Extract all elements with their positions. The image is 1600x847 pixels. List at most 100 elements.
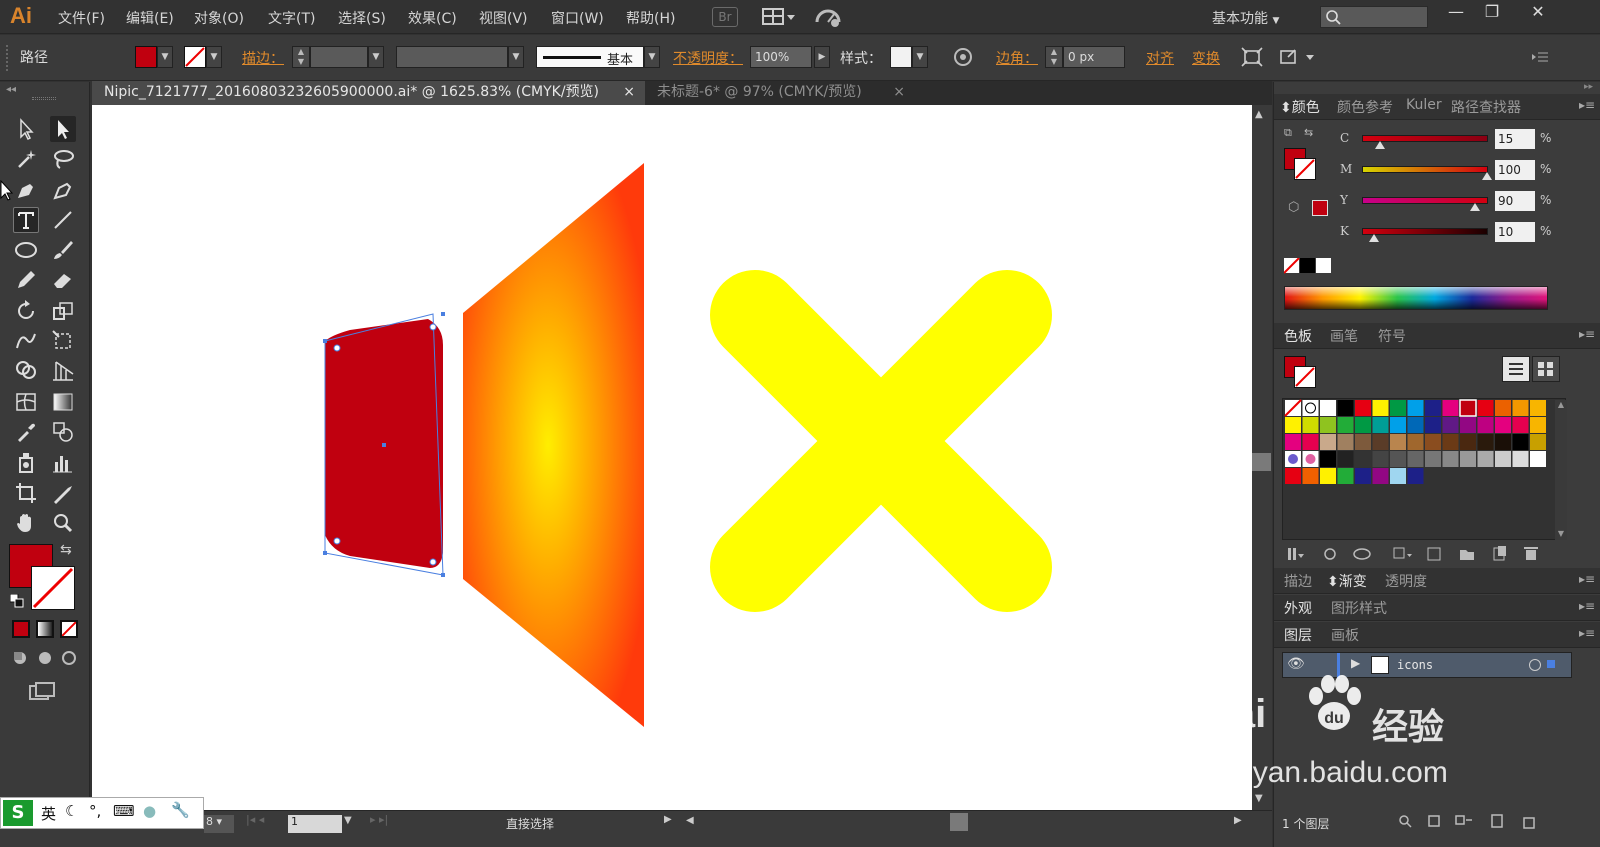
- corner-radius-field[interactable]: 0 px: [1063, 46, 1125, 68]
- stroke-color-box[interactable]: [1294, 366, 1316, 388]
- tab-color[interactable]: ⬍颜色: [1280, 97, 1320, 117]
- tab-gradient[interactable]: ⬍渐变: [1327, 571, 1367, 591]
- tab-color-guide[interactable]: 颜色参考: [1337, 97, 1393, 117]
- scroll-thumb[interactable]: [1252, 453, 1271, 471]
- menu-type[interactable]: 文字(T): [268, 8, 315, 28]
- grip-handle[interactable]: [32, 97, 56, 100]
- menu-select[interactable]: 选择(S): [338, 8, 386, 28]
- scroll-thumb[interactable]: [950, 813, 968, 831]
- tab-layers[interactable]: 图层: [1284, 625, 1312, 645]
- workspace-switcher[interactable]: 基本功能 ▼: [1212, 8, 1279, 28]
- restore-button[interactable]: ❐: [1474, 2, 1510, 24]
- menu-help[interactable]: 帮助(H): [626, 8, 675, 28]
- eyedropper-tool-icon[interactable]: [13, 419, 39, 445]
- fill-dropdown[interactable]: ▼: [157, 46, 173, 68]
- hand-tool-icon[interactable]: [13, 510, 39, 536]
- scroll-down-arrow-icon[interactable]: ▼: [1255, 793, 1263, 804]
- tab-appearance[interactable]: 外观: [1284, 598, 1312, 618]
- help-search-input[interactable]: [1320, 6, 1428, 28]
- dock-collapse-icon[interactable]: ▸▸: [1274, 82, 1600, 92]
- expand-triangle-icon[interactable]: ▶: [1351, 656, 1360, 670]
- punctuation-icon[interactable]: °,: [89, 802, 101, 820]
- user-icon[interactable]: ●: [143, 802, 156, 820]
- artboard-canvas[interactable]: [92, 105, 1252, 810]
- mesh-tool-icon[interactable]: [13, 389, 39, 415]
- wrench-icon[interactable]: 🔧: [171, 801, 190, 819]
- fill-swatch[interactable]: [135, 46, 157, 68]
- menu-file[interactable]: 文件(F): [58, 8, 105, 28]
- blend-tool-icon[interactable]: [50, 419, 76, 445]
- color-spectrum[interactable]: [1284, 286, 1548, 310]
- minimize-button[interactable]: —: [1438, 2, 1474, 24]
- collapse-icon[interactable]: ◂◂: [6, 84, 16, 95]
- slice-tool-icon[interactable]: [50, 480, 76, 506]
- tab-transparency[interactable]: 透明度: [1385, 571, 1427, 591]
- visibility-eye-icon[interactable]: 👁: [1287, 656, 1305, 672]
- selection-options-icon[interactable]: [1278, 46, 1318, 68]
- layer-name[interactable]: icons: [1397, 658, 1433, 672]
- gradient-tool-icon[interactable]: [50, 389, 76, 415]
- tab-swatches[interactable]: 色板: [1284, 326, 1312, 346]
- warp-tool-icon[interactable]: [13, 328, 39, 354]
- list-view-icon[interactable]: [1502, 356, 1530, 382]
- panel-menu-icon[interactable]: ▸≡: [1579, 572, 1595, 586]
- perspective-grid-tool-icon[interactable]: [50, 358, 76, 384]
- line-tool-icon[interactable]: [50, 207, 76, 233]
- gpu-performance-icon[interactable]: [815, 6, 843, 28]
- panel-menu-icon[interactable]: ▸≡: [1579, 599, 1595, 613]
- scroll-left-arrow-icon[interactable]: ◀: [686, 815, 694, 826]
- channel-slider[interactable]: [1362, 228, 1488, 235]
- tab-document-2[interactable]: 未标题-6* @ 97% (CMYK/预览) ×: [645, 81, 915, 105]
- corner-label[interactable]: 边角：: [996, 48, 1038, 68]
- gradient-mode-button[interactable]: [36, 620, 54, 638]
- tab-kuler[interactable]: Kuler: [1406, 97, 1442, 113]
- slider-thumb[interactable]: [1369, 234, 1379, 242]
- none-mode-button[interactable]: [60, 620, 78, 638]
- channel-value-field[interactable]: 10: [1495, 222, 1535, 242]
- screen-mode-icon[interactable]: [28, 682, 56, 702]
- stroke-label[interactable]: 描边：: [242, 48, 284, 68]
- panel-menu-icon[interactable]: [1530, 48, 1550, 66]
- opacity-field[interactable]: 100%: [750, 46, 812, 68]
- lasso-tool-icon[interactable]: [50, 146, 76, 172]
- swatch-scrollbar[interactable]: ▲ ▼: [1555, 400, 1567, 540]
- channel-slider[interactable]: [1362, 166, 1488, 173]
- panel-menu-icon[interactable]: ▸≡: [1579, 98, 1595, 112]
- status-menu-arrow[interactable]: ▶: [664, 814, 672, 825]
- recolor-artwork-icon[interactable]: [952, 46, 974, 68]
- brush-dropdown[interactable]: ▼: [644, 46, 660, 68]
- menu-object[interactable]: 对象(O): [194, 8, 244, 28]
- tab-stroke[interactable]: 描边: [1284, 571, 1312, 591]
- eraser-tool-icon[interactable]: [50, 267, 76, 293]
- horizontal-scrollbar[interactable]: ◀ ▶: [682, 811, 1250, 833]
- zoom-tool-icon[interactable]: [50, 510, 76, 536]
- arrange-documents-icon[interactable]: [762, 7, 796, 27]
- pen-tool-icon[interactable]: [13, 177, 39, 203]
- magic-wand-tool-icon[interactable]: [13, 146, 39, 172]
- ellipse-tool-icon[interactable]: [13, 237, 39, 263]
- stroke-none-swatch[interactable]: [184, 46, 206, 68]
- corner-stepper[interactable]: ▲ ▼: [1045, 46, 1063, 68]
- moon-icon[interactable]: ☾: [65, 802, 78, 820]
- quick-color-swatches[interactable]: [1283, 257, 1332, 274]
- slider-thumb[interactable]: [1482, 172, 1492, 180]
- free-transform-tool-icon[interactable]: [50, 328, 76, 354]
- panel-menu-icon[interactable]: ▸≡: [1579, 626, 1595, 640]
- artboard-number-field[interactable]: 1: [288, 815, 342, 833]
- close-icon[interactable]: ×: [623, 81, 635, 103]
- curvature-tool-icon[interactable]: [50, 177, 76, 203]
- selection-tool-icon[interactable]: [13, 116, 39, 142]
- tab-artboards[interactable]: 画板: [1331, 625, 1359, 645]
- stroke-weight-stepper[interactable]: ▲ ▼: [292, 46, 310, 68]
- color-mode-button[interactable]: [12, 620, 30, 638]
- grip-handle[interactable]: [6, 45, 10, 71]
- menu-effect[interactable]: 效果(C): [408, 8, 457, 28]
- panel-menu-icon[interactable]: ▸≡: [1579, 327, 1595, 341]
- transform-link[interactable]: 变换: [1192, 48, 1220, 68]
- close-button[interactable]: ✕: [1520, 2, 1556, 24]
- symbol-sprayer-tool-icon[interactable]: [13, 450, 39, 476]
- stroke-weight-field[interactable]: [310, 46, 368, 68]
- scale-tool-icon[interactable]: [50, 298, 76, 324]
- sogou-icon[interactable]: S: [3, 800, 33, 826]
- scroll-right-arrow-icon[interactable]: ▶: [1234, 815, 1242, 826]
